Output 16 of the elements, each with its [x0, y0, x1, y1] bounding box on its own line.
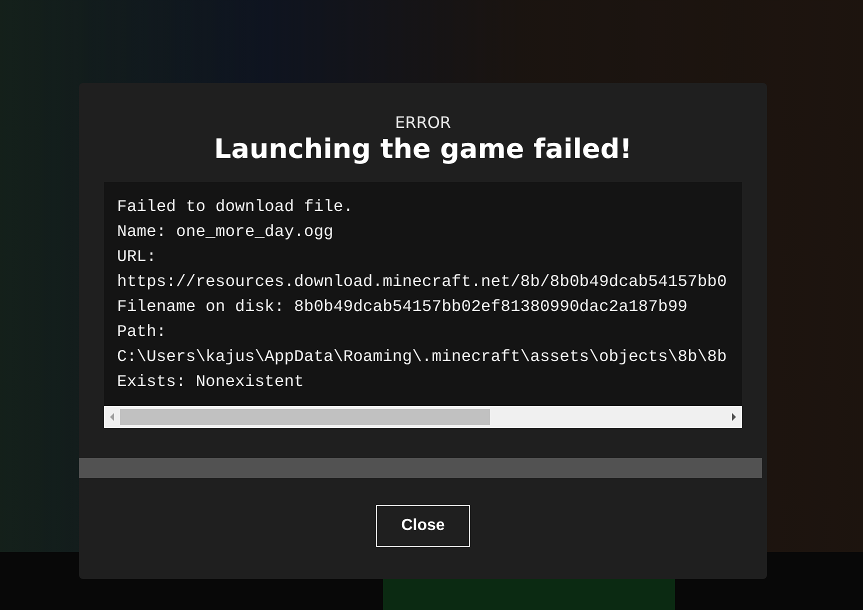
log-line: Path: — [117, 321, 168, 343]
log-line: https://resources.download.minecraft.net/8b/8b0b49dcab54157bb0 — [117, 271, 728, 293]
scrollbar-thumb[interactable] — [120, 409, 490, 425]
scroll-left-icon[interactable] — [108, 412, 116, 422]
log-line: Exists: Nonexistent — [117, 371, 305, 393]
log-line: C:\Users\kajus\AppData\Roaming\.minecraft\assets\objects\8b\8b — [117, 346, 728, 368]
scroll-right-icon[interactable] — [730, 412, 738, 422]
close-button[interactable]: Close — [376, 505, 470, 547]
log-line: URL: — [117, 246, 158, 268]
horizontal-scrollbar[interactable] — [104, 406, 742, 428]
dialog-caption: ERROR — [394, 113, 452, 132]
dialog-scrollbar[interactable] — [79, 458, 762, 478]
log-line: Filename on disk: 8b0b49dcab54157bb02ef81380990dac2a187b99 — [117, 296, 688, 318]
log-line: Failed to download file. — [117, 196, 354, 218]
log-line: Name: one_more_day.ogg — [117, 221, 334, 243]
dialog-title: Launching the game failed! — [214, 134, 632, 165]
